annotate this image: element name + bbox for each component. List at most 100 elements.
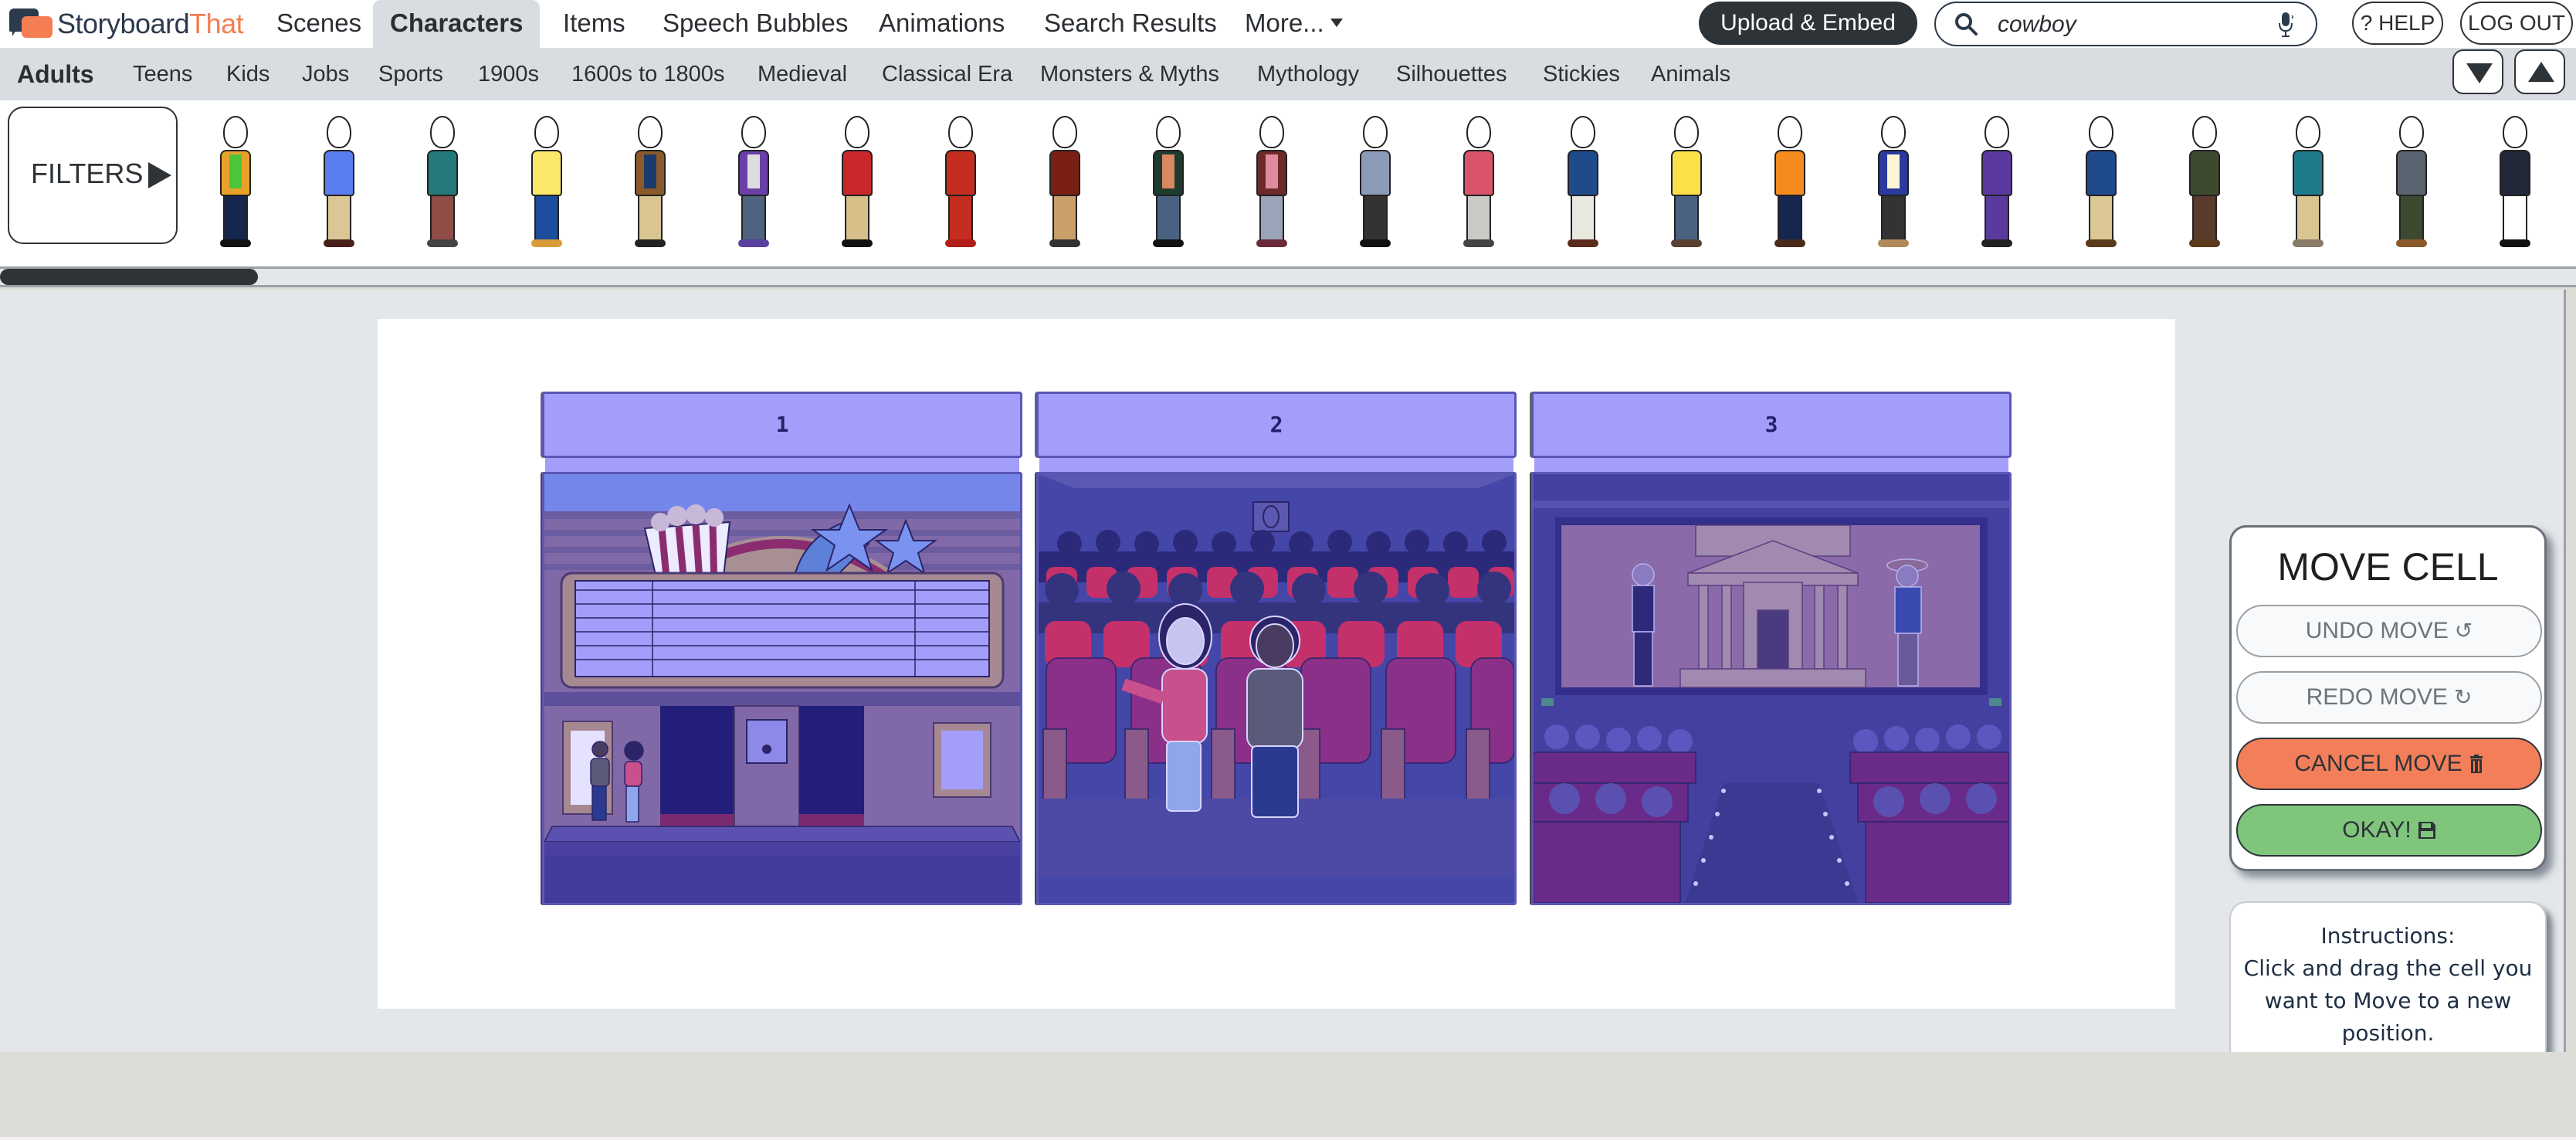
character-torso xyxy=(2189,150,2220,196)
category-1900s[interactable]: 1900s xyxy=(478,48,539,100)
category-teens[interactable]: Teens xyxy=(133,48,192,100)
top-nav: StoryboardThat Scenes Characters Items S… xyxy=(0,0,2576,48)
vertical-scrollbar[interactable] xyxy=(2564,290,2576,1052)
character-thumbnail[interactable] xyxy=(826,114,888,253)
logout-button[interactable]: LOG OUT xyxy=(2460,2,2573,45)
scene-theater-seats-image xyxy=(1039,474,1514,903)
category-mythology[interactable]: Mythology xyxy=(1257,48,1359,100)
character-head xyxy=(430,116,455,148)
tab-scenes[interactable]: Scenes xyxy=(259,0,378,48)
character-thumbnail[interactable] xyxy=(1034,114,1096,253)
library-scrollbar-thumb[interactable] xyxy=(0,269,258,285)
character-legs xyxy=(1466,195,1491,241)
character-torso xyxy=(1360,150,1391,196)
character-library: FILTERS xyxy=(0,100,2576,266)
tab-search-results[interactable]: Search Results xyxy=(1027,0,1234,48)
character-thumbnail[interactable] xyxy=(1863,114,1924,253)
character-thumbnail[interactable] xyxy=(2277,114,2339,253)
category-monsters-myths[interactable]: Monsters & Myths xyxy=(1040,48,1219,100)
character-torso xyxy=(1463,150,1494,196)
character-thumbnail[interactable] xyxy=(2174,114,2235,253)
category-kids[interactable]: Kids xyxy=(226,48,269,100)
undo-move-button[interactable]: UNDO MOVE ↺ xyxy=(2236,605,2542,657)
storyboardthat-logo[interactable]: StoryboardThat xyxy=(8,7,244,41)
category-sports[interactable]: Sports xyxy=(378,48,443,100)
character-legs xyxy=(327,195,351,241)
tab-characters[interactable]: Characters xyxy=(373,0,541,48)
character-thumbnail[interactable] xyxy=(1448,114,1510,253)
trash-icon xyxy=(2469,739,2484,789)
character-thumbnail[interactable] xyxy=(412,114,473,253)
character-legs xyxy=(2296,195,2320,241)
cell-scene-theater-seats[interactable] xyxy=(1036,472,1517,905)
category-silhouettes[interactable]: Silhouettes xyxy=(1396,48,1507,100)
category-animals[interactable]: Animals xyxy=(1651,48,1730,100)
character-thumbnail[interactable] xyxy=(930,114,991,253)
move-cell-title: MOVE CELL xyxy=(2277,545,2499,589)
expand-library-button[interactable] xyxy=(2514,49,2565,94)
character-thumbnail[interactable] xyxy=(619,114,681,253)
character-legs xyxy=(534,195,559,241)
character-thumbnail[interactable] xyxy=(205,114,266,253)
redo-move-button[interactable]: REDO MOVE ↻ xyxy=(2236,671,2542,724)
category-medieval[interactable]: Medieval xyxy=(758,48,847,100)
character-thumbnail[interactable] xyxy=(1966,114,2028,253)
okay-button[interactable]: OKAY! xyxy=(2236,804,2542,857)
triangle-down-icon xyxy=(2466,63,2493,83)
character-thumbnail[interactable] xyxy=(1759,114,1821,253)
character-thumbnail[interactable] xyxy=(1241,114,1303,253)
search-input[interactable] xyxy=(1998,9,2260,40)
character-thumbnail[interactable] xyxy=(516,114,578,253)
search-box[interactable] xyxy=(1934,2,2317,46)
boy-character xyxy=(590,741,610,821)
tab-more[interactable]: More... xyxy=(1228,0,1360,48)
category-adults[interactable]: Adults xyxy=(17,48,94,100)
character-shoes xyxy=(531,239,562,247)
character-thumbnail[interactable] xyxy=(723,114,785,253)
category-classical-era[interactable]: Classical Era xyxy=(882,48,1012,100)
help-button[interactable]: ? HELP xyxy=(2352,2,2443,45)
character-shoes xyxy=(1049,239,1080,247)
character-thumbnail[interactable] xyxy=(308,114,370,253)
character-thumbnail[interactable] xyxy=(2484,114,2546,253)
character-shoes xyxy=(1671,239,1702,247)
character-thumbnail[interactable] xyxy=(2381,114,2442,253)
library-scrollbar[interactable] xyxy=(0,266,2576,287)
character-head xyxy=(2089,116,2113,148)
character-thumbnail[interactable] xyxy=(1552,114,1614,253)
cell-header[interactable]: 2 xyxy=(1036,392,1517,458)
character-shoes xyxy=(2189,239,2220,247)
instructions-heading: Instructions: xyxy=(2320,923,2456,948)
storyboard-cell-2[interactable]: 2 xyxy=(1036,392,1517,905)
character-thumbnail[interactable] xyxy=(2070,114,2132,253)
storyboard-cell-3[interactable]: 3 xyxy=(1531,392,2012,905)
character-legs xyxy=(1259,195,1284,241)
upload-embed-button[interactable]: Upload & Embed xyxy=(1699,2,1917,45)
cell-scene-theater-screen[interactable] xyxy=(1531,472,2012,905)
character-shoes xyxy=(1153,239,1184,247)
character-shoes xyxy=(635,239,666,247)
storyboard-cell-1[interactable]: 1 xyxy=(542,392,1022,905)
category-stickies[interactable]: Stickies xyxy=(1543,48,1620,100)
cell-header[interactable]: 3 xyxy=(1531,392,2012,458)
character-torso xyxy=(2500,150,2530,196)
character-torso xyxy=(1671,150,1702,196)
tab-speech-bubbles[interactable]: Speech Bubbles xyxy=(646,0,865,48)
tab-items[interactable]: Items xyxy=(546,0,642,48)
cancel-move-button[interactable]: CANCEL MOVE xyxy=(2236,738,2542,790)
category-1600s-to-1800s[interactable]: 1600s to 1800s xyxy=(571,48,724,100)
tab-animations[interactable]: Animations xyxy=(862,0,1022,48)
filters-button[interactable]: FILTERS xyxy=(8,107,178,244)
character-thumbnail[interactable] xyxy=(1344,114,1406,253)
cell-header[interactable]: 1 xyxy=(542,392,1022,458)
character-thumbnail[interactable] xyxy=(1656,114,1717,253)
character-shoes xyxy=(220,239,251,247)
character-torso xyxy=(427,150,458,196)
character-thumbnail[interactable] xyxy=(1137,114,1199,253)
character-shoes xyxy=(738,239,769,247)
category-jobs[interactable]: Jobs xyxy=(302,48,349,100)
cell-scene-theater-exterior[interactable] xyxy=(542,472,1022,905)
collapse-library-button[interactable] xyxy=(2452,49,2503,94)
character-legs xyxy=(1985,195,2009,241)
microphone-icon[interactable] xyxy=(2277,11,2296,39)
